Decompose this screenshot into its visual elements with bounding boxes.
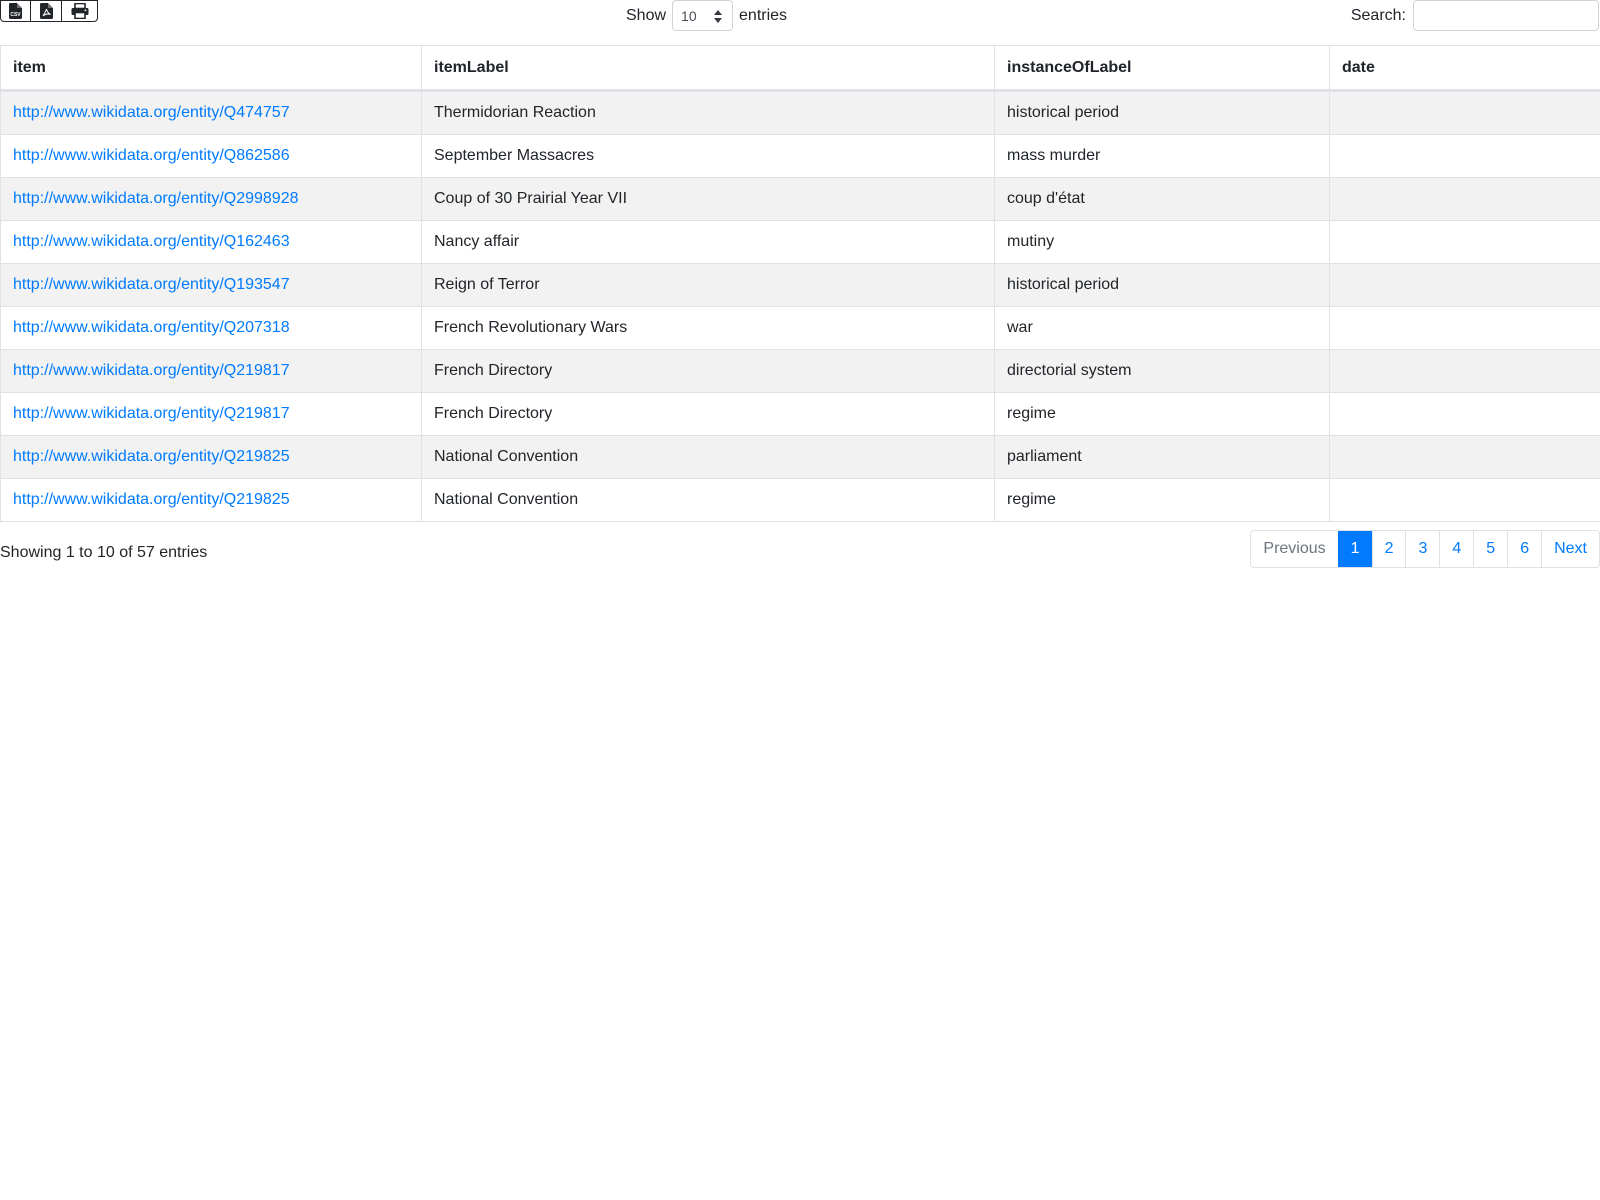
- table-row: http://www.wikidata.org/entity/Q2998928 …: [0, 177, 1600, 221]
- table-row: http://www.wikidata.org/entity/Q219817 F…: [0, 349, 1600, 393]
- file-csv-icon: CSV: [9, 3, 22, 19]
- page-length-control: Show 10 entries: [626, 0, 787, 31]
- pagination-page-3[interactable]: 3: [1405, 531, 1439, 567]
- item-cell: http://www.wikidata.org/entity/Q2998928: [0, 177, 422, 221]
- item-link[interactable]: http://www.wikidata.org/entity/Q219817: [13, 405, 290, 422]
- pagination: Previous 1 2 3 4 5 6 Next: [1250, 530, 1600, 568]
- table-row: http://www.wikidata.org/entity/Q219825 N…: [0, 478, 1600, 522]
- item-cell: http://www.wikidata.org/entity/Q219817: [0, 392, 422, 436]
- table-header-row: item itemLabel instanceOfLabel date: [0, 45, 1600, 92]
- item-link[interactable]: http://www.wikidata.org/entity/Q193547: [13, 276, 290, 293]
- item-link[interactable]: http://www.wikidata.org/entity/Q219817: [13, 362, 290, 379]
- itemlabel-cell: French Directory: [421, 392, 995, 436]
- table-row: http://www.wikidata.org/entity/Q162463 N…: [0, 220, 1600, 264]
- table-row: http://www.wikidata.org/entity/Q474757 T…: [0, 90, 1600, 135]
- date-cell: [1329, 478, 1600, 522]
- column-header-item[interactable]: item: [0, 45, 422, 92]
- export-button-group: CSV: [0, 0, 98, 22]
- date-cell: [1329, 134, 1600, 178]
- instanceoflabel-cell: war: [994, 306, 1330, 350]
- table-row: http://www.wikidata.org/entity/Q219817 F…: [0, 392, 1600, 436]
- page-length-select[interactable]: 10: [672, 0, 734, 31]
- item-link[interactable]: http://www.wikidata.org/entity/Q474757: [13, 104, 290, 121]
- itemlabel-cell: Coup of 30 Prairial Year VII: [421, 177, 995, 221]
- pagination-previous[interactable]: Previous: [1251, 531, 1337, 567]
- results-table: item itemLabel instanceOfLabel date http…: [0, 45, 1600, 522]
- csv-icon-label: CSV: [10, 12, 21, 18]
- pagination-page-5[interactable]: 5: [1473, 531, 1507, 567]
- date-cell: [1329, 90, 1600, 135]
- item-cell: http://www.wikidata.org/entity/Q219825: [0, 435, 422, 479]
- table-info: Showing 1 to 10 of 57 entries: [0, 544, 208, 561]
- date-cell: [1329, 306, 1600, 350]
- item-cell: http://www.wikidata.org/entity/Q862586: [0, 134, 422, 178]
- file-pdf-icon: [39, 3, 53, 19]
- search-label: Search:: [1350, 6, 1406, 24]
- print-button[interactable]: [62, 0, 98, 22]
- instanceoflabel-cell: regime: [994, 392, 1330, 436]
- instanceoflabel-cell: regime: [994, 478, 1330, 522]
- column-header-date[interactable]: date: [1329, 45, 1600, 92]
- column-header-instanceoflabel[interactable]: instanceOfLabel: [994, 45, 1330, 92]
- itemlabel-cell: National Convention: [421, 478, 995, 522]
- instanceoflabel-cell: historical period: [994, 263, 1330, 307]
- itemlabel-cell: French Revolutionary Wars: [421, 306, 995, 350]
- itemlabel-cell: Thermidorian Reaction: [421, 90, 995, 135]
- select-arrows-icon: [714, 10, 723, 23]
- page-length-value: 10: [681, 7, 697, 24]
- item-link[interactable]: http://www.wikidata.org/entity/Q219825: [13, 448, 290, 465]
- item-cell: http://www.wikidata.org/entity/Q474757: [0, 90, 422, 135]
- instanceoflabel-cell: coup d'état: [994, 177, 1330, 221]
- pagination-page-2[interactable]: 2: [1371, 531, 1406, 567]
- export-csv-button[interactable]: CSV: [0, 0, 31, 22]
- table-row: http://www.wikidata.org/entity/Q193547 R…: [0, 263, 1600, 307]
- pagination-page-6[interactable]: 6: [1507, 531, 1541, 567]
- length-prefix: Show: [626, 6, 667, 24]
- pagination-page-1[interactable]: 1: [1337, 531, 1372, 567]
- table-row: http://www.wikidata.org/entity/Q862586 S…: [0, 134, 1600, 178]
- itemlabel-cell: National Convention: [421, 435, 995, 479]
- instanceoflabel-cell: historical period: [994, 90, 1330, 135]
- column-header-itemlabel[interactable]: itemLabel: [421, 45, 995, 92]
- itemlabel-cell: Nancy affair: [421, 220, 995, 264]
- instanceoflabel-cell: parliament: [994, 435, 1330, 479]
- length-suffix: entries: [739, 6, 788, 24]
- itemlabel-cell: September Massacres: [421, 134, 995, 178]
- instanceoflabel-cell: directorial system: [994, 349, 1330, 393]
- date-cell: [1329, 435, 1600, 479]
- item-cell: http://www.wikidata.org/entity/Q162463: [0, 220, 422, 264]
- instanceoflabel-cell: mutiny: [994, 220, 1330, 264]
- print-icon: [71, 3, 88, 19]
- date-cell: [1329, 177, 1600, 221]
- export-pdf-button[interactable]: [31, 0, 62, 22]
- pagination-next[interactable]: Next: [1541, 531, 1599, 567]
- search-control: Search:: [1351, 0, 1599, 31]
- item-cell: http://www.wikidata.org/entity/Q219825: [0, 478, 422, 522]
- search-input[interactable]: [1413, 0, 1599, 31]
- instanceoflabel-cell: mass murder: [994, 134, 1330, 178]
- date-cell: [1329, 263, 1600, 307]
- pagination-page-4[interactable]: 4: [1439, 531, 1473, 567]
- item-cell: http://www.wikidata.org/entity/Q193547: [0, 263, 422, 307]
- item-link[interactable]: http://www.wikidata.org/entity/Q207318: [13, 319, 290, 336]
- item-link[interactable]: http://www.wikidata.org/entity/Q862586: [13, 147, 290, 164]
- date-cell: [1329, 392, 1600, 436]
- item-link[interactable]: http://www.wikidata.org/entity/Q162463: [13, 233, 290, 250]
- itemlabel-cell: French Directory: [421, 349, 995, 393]
- itemlabel-cell: Reign of Terror: [421, 263, 995, 307]
- date-cell: [1329, 349, 1600, 393]
- item-link[interactable]: http://www.wikidata.org/entity/Q219825: [13, 491, 290, 508]
- table-toolbar: CSV Show 10 entries Search:: [0, 0, 1600, 46]
- item-link[interactable]: http://www.wikidata.org/entity/Q2998928: [13, 190, 299, 207]
- date-cell: [1329, 220, 1600, 264]
- table-row: http://www.wikidata.org/entity/Q219825 N…: [0, 435, 1600, 479]
- item-cell: http://www.wikidata.org/entity/Q207318: [0, 306, 422, 350]
- item-cell: http://www.wikidata.org/entity/Q219817: [0, 349, 422, 393]
- table-row: http://www.wikidata.org/entity/Q207318 F…: [0, 306, 1600, 350]
